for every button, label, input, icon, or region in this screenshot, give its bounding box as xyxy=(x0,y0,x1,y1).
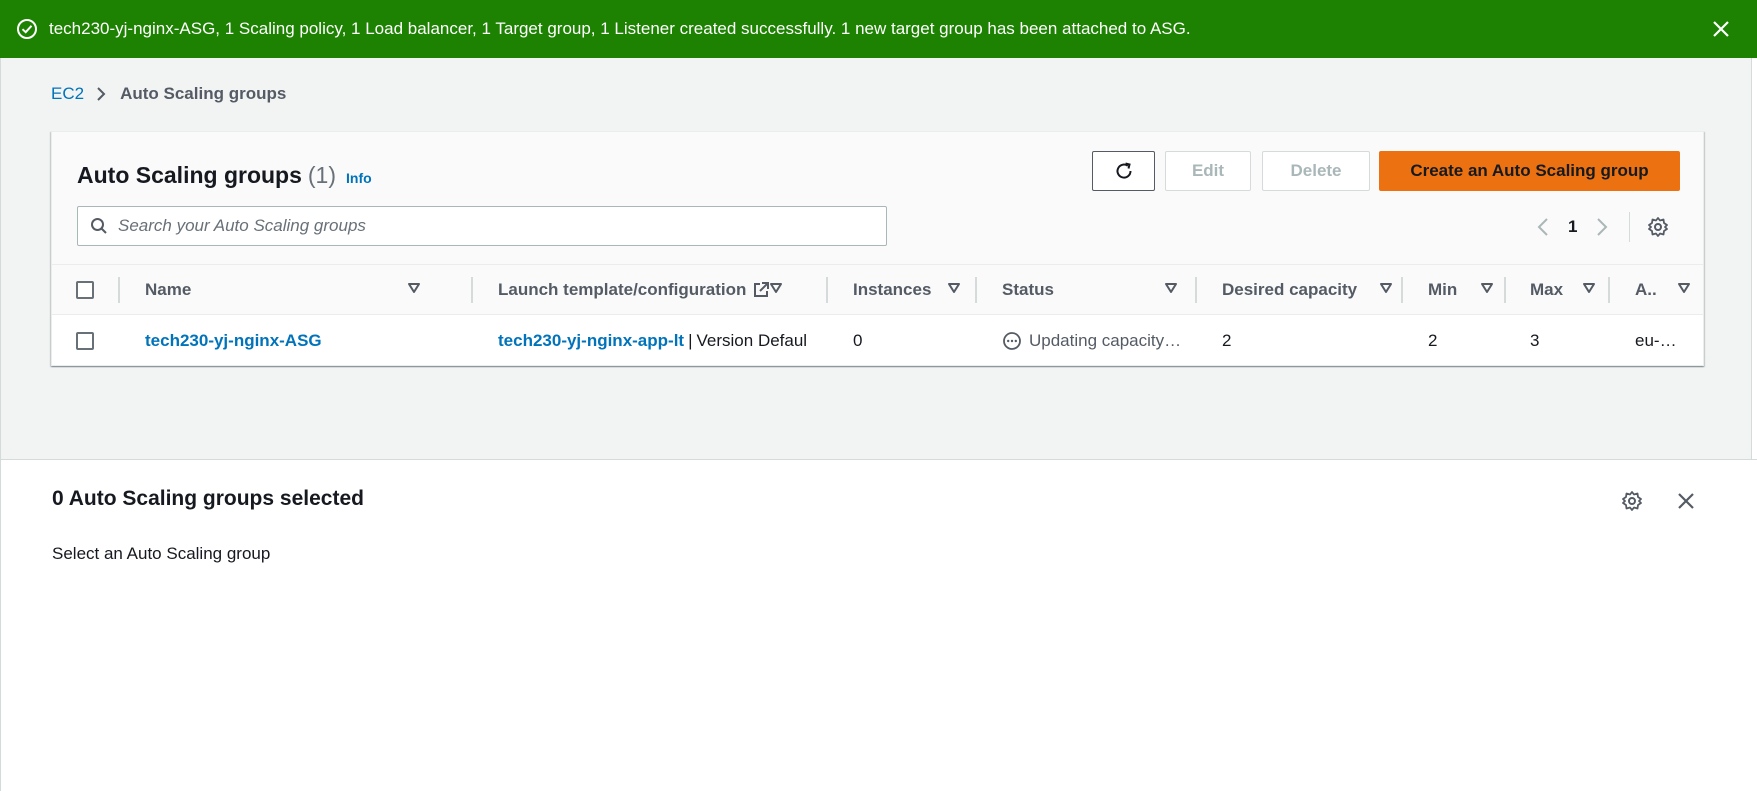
previous-page-icon[interactable] xyxy=(1532,213,1554,241)
success-flashbar: tech230-yj-nginx-ASG, 1 Scaling policy, … xyxy=(0,0,1757,58)
row-checkbox[interactable] xyxy=(76,332,94,350)
column-divider xyxy=(1608,277,1610,303)
chevron-right-icon xyxy=(96,86,106,102)
next-page-icon[interactable] xyxy=(1591,213,1613,241)
sort-caret-icon[interactable] xyxy=(769,282,783,294)
info-link[interactable]: Info xyxy=(346,170,372,186)
search-box xyxy=(77,206,887,246)
search-input[interactable] xyxy=(118,216,858,236)
edit-button[interactable]: Edit xyxy=(1165,151,1251,191)
column-header-availability-zones[interactable]: A.. xyxy=(1635,265,1695,315)
column-label-instances: Instances xyxy=(853,280,932,299)
column-header-launch-template[interactable]: Launch template/configuration xyxy=(498,265,788,315)
status-text: Updating capacity… xyxy=(1029,331,1182,350)
sort-caret-icon[interactable] xyxy=(1677,282,1691,294)
column-divider xyxy=(118,277,120,303)
instances-cell: 0 xyxy=(853,331,863,350)
column-header-status[interactable]: Status xyxy=(1002,265,1192,315)
sort-caret-icon[interactable] xyxy=(1164,282,1178,294)
split-panel-close-icon[interactable] xyxy=(1674,489,1698,513)
search-icon xyxy=(90,217,108,235)
page-title: Auto Scaling groups (1) Info xyxy=(77,162,372,189)
column-label-max: Max xyxy=(1530,280,1564,299)
table-settings-gear-icon[interactable] xyxy=(1646,215,1670,239)
breadcrumb-current: Auto Scaling groups xyxy=(120,84,287,103)
column-header-min[interactable]: Min xyxy=(1428,265,1498,315)
column-divider xyxy=(826,277,828,303)
column-label-min: Min xyxy=(1428,280,1458,299)
panel-title-text: Auto Scaling groups xyxy=(77,162,302,188)
pager-divider xyxy=(1629,212,1631,242)
launch-template-link[interactable]: tech230-yj-nginx-app-lt xyxy=(498,331,684,351)
split-panel: 0 Auto Scaling groups selected Select an… xyxy=(0,459,1757,791)
flashbar-message: tech230-yj-nginx-ASG, 1 Scaling policy, … xyxy=(49,19,1191,38)
split-panel-title: 0 Auto Scaling groups selected xyxy=(52,487,364,510)
row-select-cell xyxy=(76,316,94,366)
column-divider xyxy=(1195,277,1197,303)
column-header-desired-capacity[interactable]: Desired capacity xyxy=(1222,265,1392,315)
select-all-cell xyxy=(76,265,94,315)
column-divider xyxy=(471,277,473,303)
flashbar-close-icon[interactable] xyxy=(1709,17,1733,41)
panel-header: Auto Scaling groups (1) Info Edit Delete… xyxy=(52,132,1703,265)
create-auto-scaling-group-button[interactable]: Create an Auto Scaling group xyxy=(1379,151,1680,191)
refresh-button[interactable] xyxy=(1092,151,1155,191)
breadcrumb-ec2-link[interactable]: EC2 xyxy=(51,84,84,104)
sort-caret-icon[interactable] xyxy=(947,282,961,294)
column-header-instances[interactable]: Instances xyxy=(853,265,973,315)
column-divider xyxy=(1401,277,1403,303)
pagination: 1 xyxy=(1532,212,1670,242)
launch-template-separator: | xyxy=(688,331,693,350)
column-label-launch-template: Launch template/configuration xyxy=(498,280,747,299)
main-content: EC2 Auto Scaling groups Auto Scaling gro… xyxy=(0,58,1752,459)
refresh-icon xyxy=(1113,160,1135,182)
sort-caret-icon[interactable] xyxy=(1379,282,1393,294)
split-panel-settings-gear-icon[interactable] xyxy=(1620,489,1644,513)
sort-caret-icon[interactable] xyxy=(1582,282,1596,294)
auto-scaling-groups-table-panel: Auto Scaling groups (1) Info Edit Delete… xyxy=(51,131,1704,366)
column-divider xyxy=(975,277,977,303)
panel-count: (1) xyxy=(307,162,337,188)
current-page-number[interactable]: 1 xyxy=(1568,217,1577,237)
status-pending-icon xyxy=(1002,331,1022,351)
column-label-availability-zones: A.. xyxy=(1635,280,1657,299)
column-header-max[interactable]: Max xyxy=(1530,265,1610,315)
sort-caret-icon[interactable] xyxy=(407,282,421,294)
table-row[interactable]: tech230-yj-nginx-ASG tech230-yj-nginx-ap… xyxy=(52,316,1703,366)
column-label-desired-capacity: Desired capacity xyxy=(1222,280,1358,299)
desired-capacity-cell: 2 xyxy=(1222,331,1232,350)
min-cell: 2 xyxy=(1428,331,1438,350)
breadcrumb: EC2 Auto Scaling groups xyxy=(51,84,286,104)
external-link-icon xyxy=(752,281,770,299)
column-label-name: Name xyxy=(145,280,192,299)
column-header-name[interactable]: Name xyxy=(145,265,435,315)
success-check-icon xyxy=(16,18,38,40)
max-cell: 3 xyxy=(1530,331,1540,350)
split-panel-body: Select an Auto Scaling group xyxy=(52,544,271,563)
asg-name-link[interactable]: tech230-yj-nginx-ASG xyxy=(145,316,465,366)
column-divider xyxy=(1504,277,1506,303)
select-all-checkbox[interactable] xyxy=(76,281,94,299)
column-label-status: Status xyxy=(1002,280,1054,299)
table-header: Name Launch template/configuration Insta… xyxy=(52,265,1703,315)
delete-button[interactable]: Delete xyxy=(1262,151,1370,191)
sort-caret-icon[interactable] xyxy=(1480,282,1494,294)
launch-template-version: Version Defaul xyxy=(696,331,808,350)
availability-zones-cell: eu-… xyxy=(1635,331,1677,350)
status-cell: Updating capacity… xyxy=(1002,316,1192,366)
launch-template-cell: tech230-yj-nginx-app-lt | Version Defaul xyxy=(498,316,824,366)
